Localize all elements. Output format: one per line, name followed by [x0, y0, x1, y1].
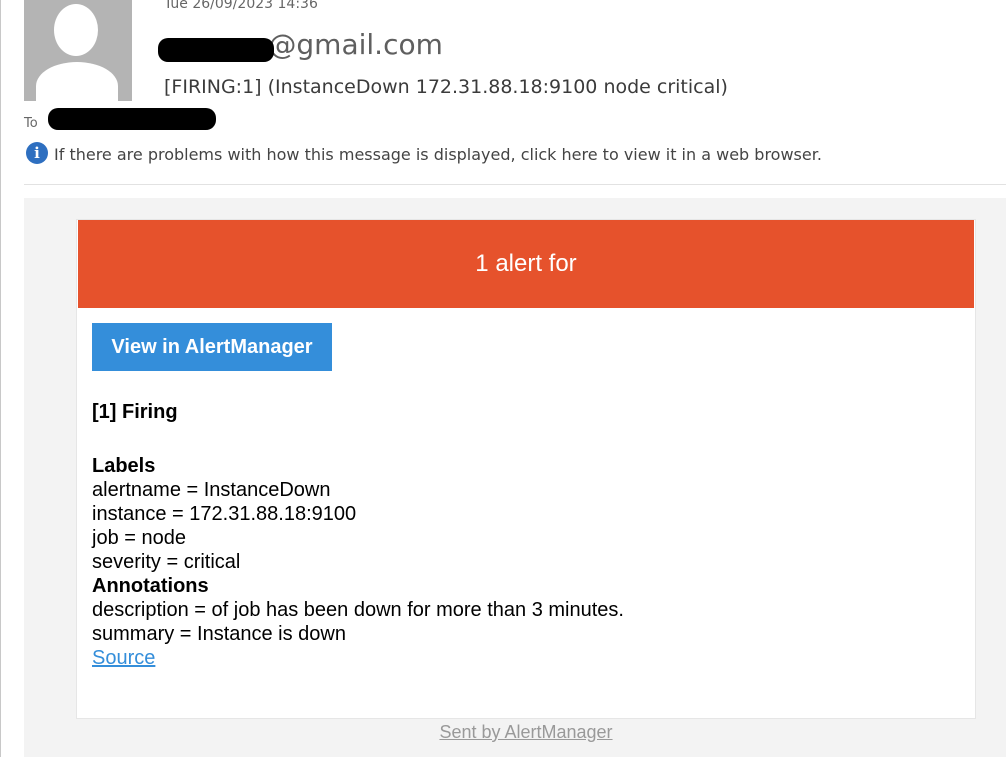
sender-avatar: [24, 0, 132, 101]
window-left-border: [0, 0, 1, 757]
annotations-heading: Annotations: [92, 575, 209, 597]
redaction-mark: [158, 38, 274, 62]
view-in-browser-notice[interactable]: If there are problems with how this mess…: [54, 145, 822, 164]
label-line: alertname = InstanceDown: [92, 479, 331, 501]
view-in-alertmanager-button[interactable]: View in AlertManager: [92, 323, 332, 371]
labels-heading: Labels: [92, 455, 156, 477]
sender-domain: @gmail.com: [268, 28, 443, 61]
avatar-head-shape: [54, 4, 98, 56]
sent-by-footer-link[interactable]: Sent by AlertManager: [24, 722, 1006, 743]
annotation-line: description = of job has been down for m…: [92, 599, 624, 621]
alert-details: [1] Firing Labels alertname = InstanceDo…: [92, 400, 624, 670]
email-date: Tue 26/09/2023 14:36: [164, 0, 318, 12]
redaction-mark: [48, 108, 216, 130]
info-icon: i: [26, 142, 48, 164]
alert-banner: 1 alert for: [78, 220, 974, 308]
label-line: severity = critical: [92, 551, 241, 573]
avatar-body-shape: [36, 62, 118, 101]
annotation-line: summary = Instance is down: [92, 623, 346, 645]
source-link[interactable]: Source: [92, 646, 624, 670]
firing-heading: [1] Firing: [92, 401, 178, 423]
label-line: job = node: [92, 527, 186, 549]
email-subject: [FIRING:1] (InstanceDown 172.31.88.18:91…: [164, 76, 728, 98]
label-line: instance = 172.31.88.18:9100: [92, 503, 357, 525]
to-label: To: [24, 116, 38, 131]
header-divider: [24, 184, 1006, 185]
